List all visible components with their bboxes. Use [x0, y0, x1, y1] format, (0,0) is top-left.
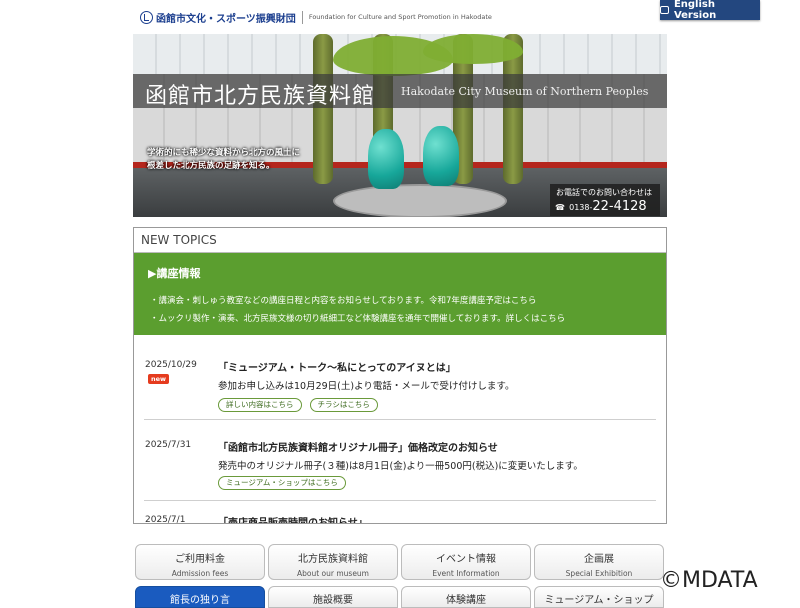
museum-shop-link-button[interactable]: ミュージアム・ショップはこちら — [218, 476, 346, 490]
foundation-logo-icon — [140, 10, 153, 24]
hero-statue — [423, 126, 459, 186]
lecture-info-link[interactable]: ・ムックリ製作・演奏、北方民族文様の切り紙細工など体験講座を通年で開催しておりま… — [150, 312, 565, 324]
hero-statue — [368, 129, 404, 189]
new-topics-panel[interactable]: NEW TOPICS ▶講座情報 ・講演会・刺しゅう教室などの講座日程と内容をお… — [133, 227, 667, 524]
hero-leaf — [423, 34, 523, 64]
new-topics-title: NEW TOPICS — [134, 228, 666, 253]
news-headline: 「函館市北方民族資料館オリジナル冊子」価格改定のお知らせ — [218, 443, 498, 454]
hero-statue-base — [333, 184, 507, 217]
nav-directors-blog[interactable]: 館長の独り言 — [135, 586, 265, 608]
news-links: 詳しい内容はこちら チラシはこちら — [218, 398, 378, 412]
flyer-link-button[interactable]: チラシはこちら — [309, 398, 378, 412]
nav-label-jp: ご利用料金 — [175, 554, 225, 565]
news-headline: 「売店商品販売時間のお知らせ」 — [218, 518, 368, 524]
lecture-info-link[interactable]: ・講演会・刺しゅう教室などの講座日程と内容をお知らせしております。令和7年度講座… — [150, 294, 536, 306]
news-links: ミュージアム・ショップはこちら — [218, 476, 346, 490]
news-divider — [144, 419, 656, 420]
foundation-name-jp: 函館市文化・スポーツ振興財団 — [156, 13, 296, 25]
phone-area-code: 0138- — [569, 203, 593, 212]
copyright-watermark: ©MDATA — [660, 568, 758, 593]
nav-about-museum[interactable]: 北方民族資料館 About our museum — [268, 544, 398, 580]
hero-tagline: 学術的にも稀少な資料から北方の風土に 根差した北方民族の足跡を知る。 — [147, 147, 347, 173]
news-date: 2025/10/29 — [145, 360, 197, 370]
phone-contact: お電話でのお問い合わせは ☎ 0138-22-4128 — [550, 184, 660, 216]
nav-label-en: About our museum — [296, 569, 369, 578]
phone-icon: ☎ — [555, 203, 565, 212]
news-body: 発売中のオリジナル冊子(３種)は8月1日(金)より一冊500円(税込)に変更いた… — [218, 461, 583, 472]
globe-icon — [660, 6, 669, 14]
nav-facility-overview[interactable]: 施設概要 — [268, 586, 398, 608]
phone-caption: お電話でのお問い合わせは — [556, 188, 652, 197]
logo-divider — [301, 10, 303, 24]
nav-event-information[interactable]: イベント情報 Event Information — [401, 544, 531, 580]
phone-number: ☎ 0138-22-4128 — [550, 198, 660, 214]
lecture-info-box: ▶講座情報 ・講演会・刺しゅう教室などの講座日程と内容をお知らせしております。令… — [134, 253, 666, 335]
phone-local-number: 22-4128 — [592, 199, 647, 214]
nav-label-jp: 北方民族資料館 — [298, 554, 368, 565]
news-headline: 「ミュージアム・トーク～私にとってのアイヌとは」 — [218, 363, 456, 374]
nav-label-en: Admission fees — [171, 569, 229, 578]
museum-title-jp: 函館市北方民族資料館 — [145, 84, 376, 109]
nav-label-en: Event Information — [432, 569, 500, 578]
hero-banner: 函館市北方民族資料館 Hakodate City Museum of North… — [133, 34, 667, 217]
nav-museum-shop[interactable]: ミュージアム・ショップ — [534, 586, 664, 608]
news-divider — [144, 500, 656, 501]
museum-title-en: Hakodate City Museum of Northern Peoples — [401, 85, 649, 98]
english-version-button[interactable]: English Version — [660, 0, 760, 21]
hero-tagline-line: 根差した北方民族の足跡を知る。 — [147, 161, 275, 171]
nav-admission-fees[interactable]: ご利用料金 Admission fees — [135, 544, 265, 580]
new-badge: new — [148, 374, 169, 384]
nav-label-jp: 企画展 — [584, 554, 614, 565]
news-date: 2025/7/1 — [145, 515, 186, 524]
news-body: 参加お申し込みは10月29日(土)より電話・メールで受け付けします。 — [218, 381, 515, 392]
nav-special-exhibition[interactable]: 企画展 Special Exhibition — [534, 544, 664, 580]
foundation-name-en: Foundation for Culture and Sport Promoti… — [308, 13, 492, 21]
english-version-label: English Version — [673, 0, 717, 21]
nav-workshops[interactable]: 体験講座 — [401, 586, 531, 608]
lecture-info-heading: ▶講座情報 — [148, 267, 201, 280]
nav-label-jp: イベント情報 — [436, 554, 496, 565]
news-date: 2025/7/31 — [145, 440, 192, 450]
hero-tagline-line: 学術的にも稀少な資料から北方の風土に — [147, 148, 301, 158]
nav-label-en: Special Exhibition — [565, 569, 633, 578]
foundation-logo[interactable]: 函館市文化・スポーツ振興財団 Foundation for Culture an… — [140, 8, 492, 26]
details-link-button[interactable]: 詳しい内容はこちら — [218, 398, 302, 412]
